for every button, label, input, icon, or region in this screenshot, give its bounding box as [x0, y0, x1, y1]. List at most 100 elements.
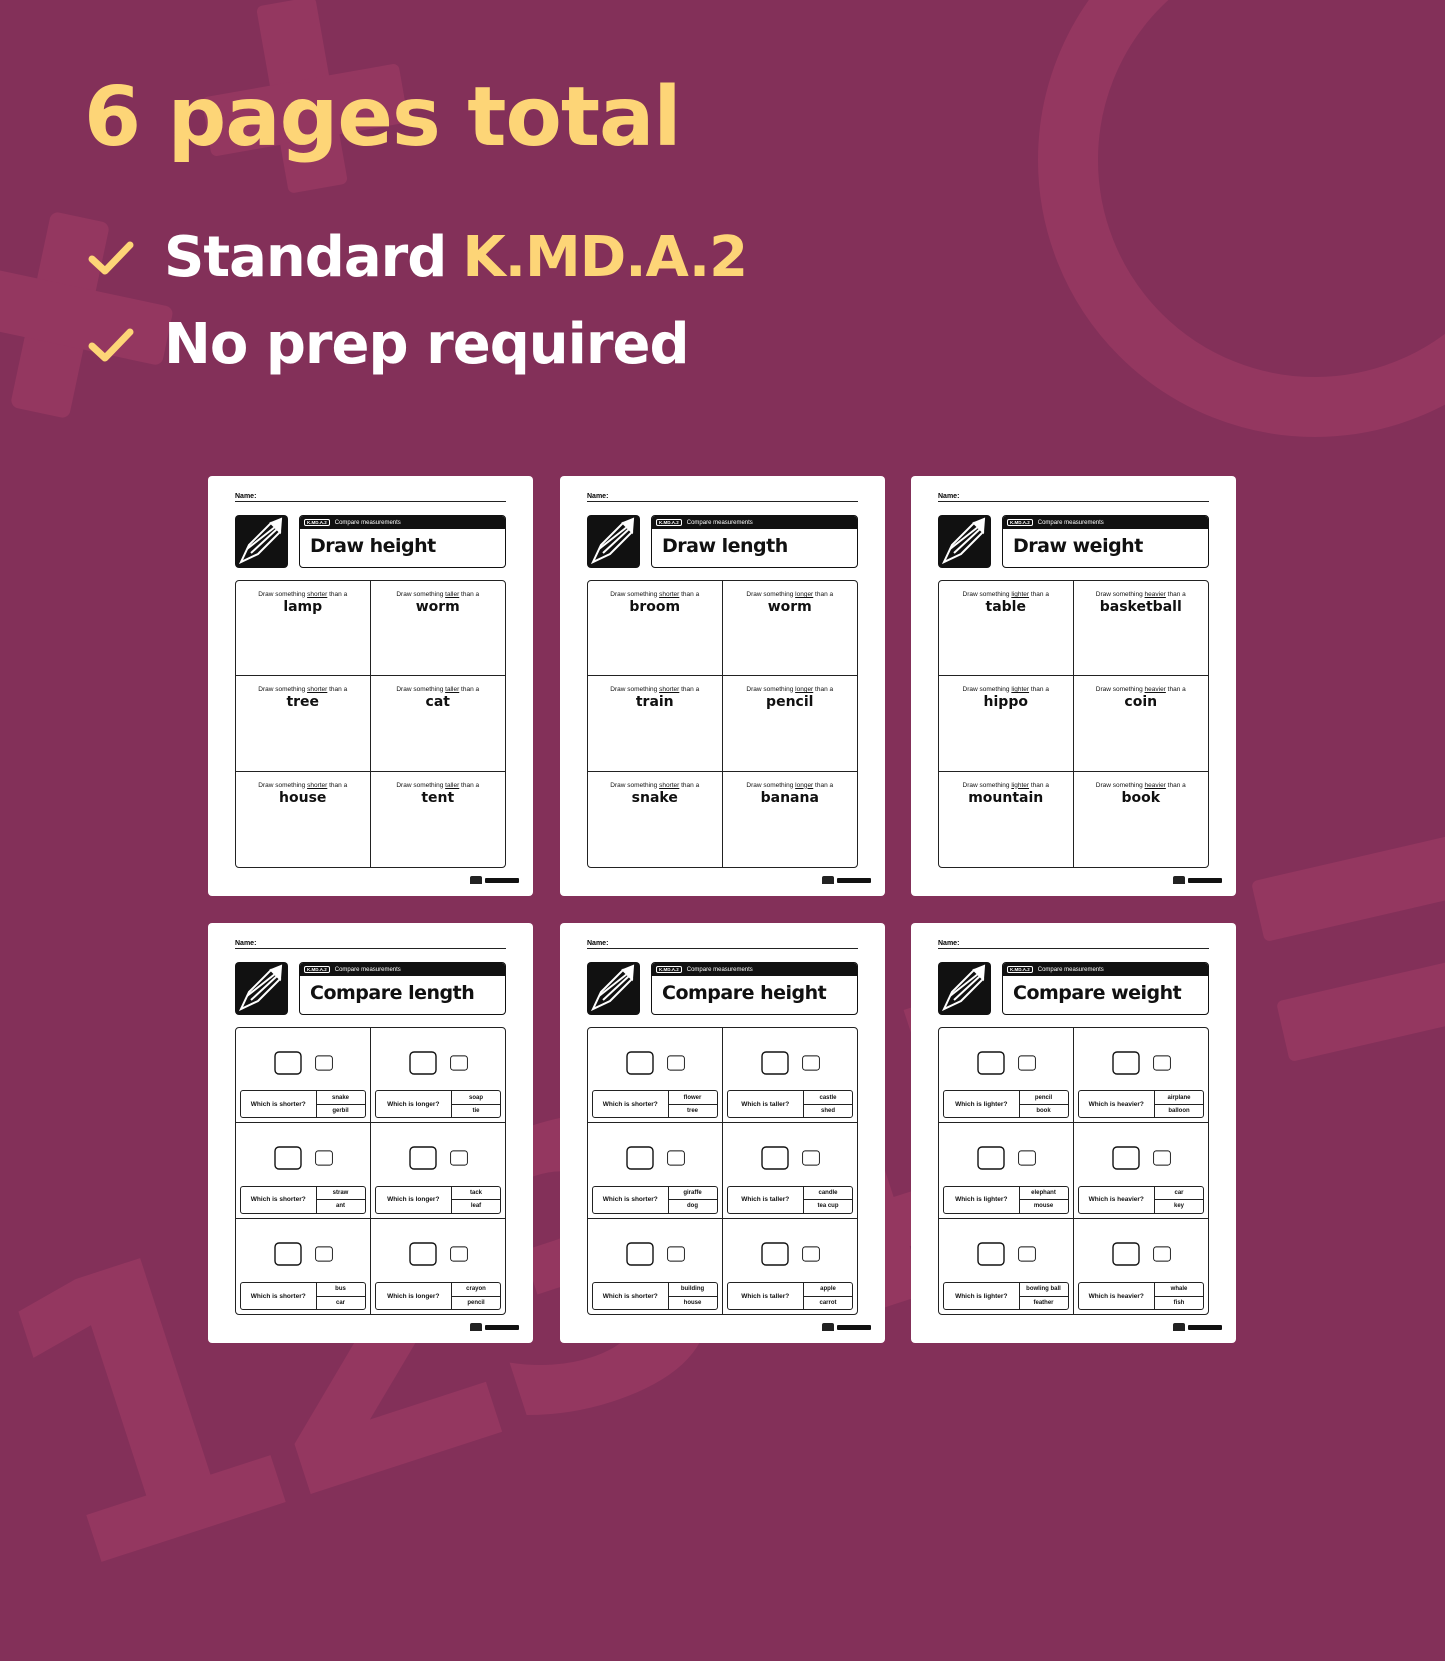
answer-option[interactable]: dog [669, 1200, 717, 1213]
illustration-icon [449, 1150, 468, 1166]
answer-option[interactable]: key [1155, 1200, 1203, 1213]
answer-option[interactable]: tack [452, 1187, 500, 1201]
question-box: Which is heavier? whale fish [1077, 1282, 1204, 1310]
illustration-icon [1152, 1055, 1171, 1071]
pencil-icon [238, 517, 283, 565]
illustration [723, 1129, 858, 1187]
answer-option[interactable]: bus [316, 1283, 365, 1297]
draw-prompt: Draw something shorter than a [258, 781, 348, 789]
answer-option[interactable]: house [669, 1297, 717, 1310]
worksheet-header: K.MD.A.2 Compare measurements Draw weigh… [1002, 515, 1209, 568]
answer-option[interactable]: elephant [1019, 1187, 1068, 1201]
worksheet-grid: Draw something lighter than a table Draw… [938, 580, 1209, 868]
illustration [939, 1034, 1073, 1092]
standard-badge: K.MD.A.2 [304, 966, 330, 973]
draw-prompt: Draw something heavier than a [1095, 781, 1186, 789]
worksheet-header: K.MD.A.2 Compare measurements Compare we… [1002, 962, 1209, 1015]
draw-object: tent [421, 789, 455, 806]
compare-cell: Which is heavier? whale fish [1074, 1219, 1209, 1314]
answer-option[interactable]: pencil [452, 1297, 500, 1310]
answer-option[interactable]: tea cup [804, 1200, 852, 1213]
draw-prompt: Draw something lighter than a [962, 591, 1049, 598]
illustration-icon [626, 1051, 654, 1075]
worksheet-title: Draw height [310, 535, 436, 557]
brand-url-badge [837, 877, 871, 883]
question-text: Which is lighter? [944, 1283, 1020, 1309]
illustration [236, 1034, 370, 1092]
draw-prompt: Draw something heavier than a [1095, 591, 1186, 598]
answer-option[interactable]: snake [316, 1091, 365, 1105]
compare-cell: Which is longer? crayon pencil [371, 1219, 506, 1314]
answer-option[interactable]: carrot [804, 1297, 852, 1310]
draw-object: broom [629, 599, 681, 615]
answer-option[interactable]: bowling ball [1019, 1283, 1068, 1297]
answer-option[interactable]: gerbil [317, 1105, 365, 1118]
illustration-icon [409, 1051, 437, 1075]
question-text: Which is taller? [728, 1186, 804, 1213]
draw-object: worm [767, 599, 812, 615]
illustration-icon [1112, 1241, 1140, 1266]
draw-object: pencil [766, 694, 814, 711]
header-strip: K.MD.A.2 Compare measurements [1003, 963, 1208, 976]
worksheet-page: Name: K.MD.A.2 Compare measurements Draw… [560, 476, 885, 896]
answer-option[interactable]: fish [1155, 1297, 1203, 1310]
answer-option[interactable]: feather [1020, 1297, 1068, 1310]
illustration-icon [1112, 1146, 1140, 1171]
answer-option[interactable]: flower [668, 1091, 717, 1105]
draw-object: worm [415, 599, 460, 615]
answer-option[interactable]: airplane [1155, 1091, 1203, 1105]
answer-option[interactable]: balloon [1155, 1105, 1203, 1118]
answer-option[interactable]: giraffe [668, 1187, 717, 1201]
answer-option[interactable]: mouse [1020, 1200, 1068, 1213]
bullet-text: Standard [164, 225, 447, 290]
question-text: Which is lighter? [944, 1091, 1020, 1118]
question-text: Which is shorter? [241, 1283, 317, 1309]
illustration [939, 1129, 1073, 1187]
answer-option[interactable]: straw [316, 1187, 365, 1201]
illustration-icon [274, 1146, 302, 1171]
bullet-text: No prep required [164, 312, 690, 377]
illustration-icon [977, 1146, 1005, 1171]
draw-object: tree [286, 694, 320, 711]
answer-option[interactable]: ant [317, 1200, 365, 1213]
answer-option[interactable]: castle [804, 1091, 852, 1105]
worksheet-title: Compare length [310, 982, 475, 1004]
answer-option[interactable]: car [1155, 1187, 1203, 1201]
brand-url-badge [485, 877, 519, 883]
answer-option[interactable]: whale [1155, 1283, 1203, 1297]
answer-option[interactable]: leaf [452, 1200, 500, 1213]
question-box: Which is longer? soap tie [374, 1090, 501, 1119]
answer-option[interactable]: car [317, 1297, 365, 1310]
answer-option[interactable]: pencil [1019, 1091, 1068, 1105]
draw-cell: Draw something shorter than a lamp [236, 581, 371, 677]
answer-option[interactable]: apple [804, 1283, 852, 1297]
compare-cell: Which is lighter? elephant mouse [939, 1123, 1074, 1219]
answer-option[interactable]: tie [452, 1105, 500, 1118]
answer-option[interactable]: candle [804, 1187, 852, 1201]
illustration-icon [626, 1241, 654, 1266]
worksheet-footer [822, 1323, 871, 1331]
answer-option[interactable]: shed [804, 1105, 852, 1118]
worksheet-header: K.MD.A.2 Compare measurements Compare le… [299, 962, 506, 1015]
brand-logo-icon [1173, 1323, 1185, 1331]
category-label: Compare measurements [334, 966, 401, 973]
illustration [588, 1129, 722, 1187]
answer-option[interactable]: book [1020, 1105, 1068, 1118]
page-title: 6 pages total [84, 70, 681, 165]
illustration-icon [1017, 1246, 1036, 1262]
illustration [723, 1225, 858, 1283]
pencil-icon [238, 964, 283, 1012]
answer-option[interactable]: soap [452, 1091, 500, 1105]
draw-object: lamp [283, 599, 323, 615]
illustration-icon [666, 1055, 685, 1071]
question-text: Which is longer? [376, 1091, 452, 1118]
draw-prompt: Draw something shorter than a [610, 686, 700, 694]
name-field: Name: [938, 940, 1209, 949]
pencil-logo [587, 515, 640, 568]
answer-option[interactable]: tree [669, 1105, 717, 1118]
background-equals-bar [1250, 829, 1445, 943]
illustration-icon [409, 1241, 437, 1266]
answer-option[interactable]: crayon [452, 1283, 500, 1297]
answer-option[interactable]: building [668, 1283, 717, 1297]
background-equals-bar [1275, 949, 1445, 1063]
